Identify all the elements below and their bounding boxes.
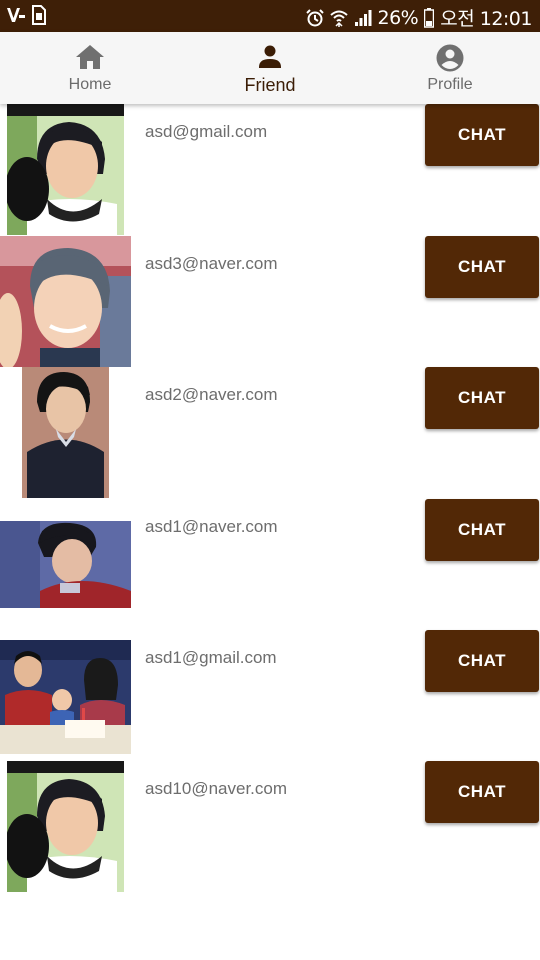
chat-button[interactable]: CHAT [425, 236, 539, 298]
friend-email: asd10@naver.com [145, 779, 288, 798]
nav-home-label: Home [68, 76, 112, 93]
friend-email: asd3@naver.com [145, 254, 278, 273]
friend-row: asd10@naver.com CHAT [0, 761, 540, 892]
avatar-image [0, 640, 131, 754]
signal-icon [354, 9, 371, 26]
friend-email: asd2@naver.com [145, 385, 278, 404]
friend-email: asd1@naver.com [145, 517, 278, 536]
avatar-image [7, 104, 124, 235]
friend-avatar[interactable] [0, 367, 131, 498]
alarm-icon [305, 8, 324, 26]
app-v-icon [7, 8, 25, 22]
friend-avatar[interactable] [0, 630, 131, 761]
friend-row: asd2@naver.com CHAT [0, 367, 540, 498]
friend-email: asd@gmail.com [145, 122, 268, 141]
account-circle-icon [436, 44, 464, 72]
wifi-icon [329, 10, 348, 27]
friend-row: asd1@naver.com CHAT [0, 499, 540, 630]
battery-icon [424, 7, 435, 28]
nav-friend-label: Friend [244, 75, 296, 95]
friend-avatar[interactable] [0, 761, 131, 892]
home-icon [76, 45, 104, 69]
clock: 오전 12:01 [440, 8, 532, 30]
chat-button[interactable]: CHAT [425, 104, 539, 166]
nav-home[interactable]: Home [0, 32, 180, 104]
avatar-image [0, 236, 131, 367]
chat-button[interactable]: CHAT [425, 499, 539, 561]
avatar-image [22, 367, 109, 498]
battery-percentage: 26% [377, 6, 419, 29]
friend-avatar[interactable] [0, 499, 131, 630]
sim-icon [32, 5, 46, 25]
nav-profile-label: Profile [427, 76, 473, 93]
friend-row: asd1@gmail.com CHAT [0, 630, 540, 761]
friend-email: asd1@gmail.com [145, 648, 277, 667]
chat-button[interactable]: CHAT [425, 630, 539, 692]
chat-button[interactable]: CHAT [425, 367, 539, 429]
nav-profile[interactable]: Profile [360, 32, 540, 104]
friend-row: asd@gmail.com CHAT [0, 104, 540, 235]
friend-row: asd3@naver.com CHAT [0, 236, 540, 367]
friend-avatar[interactable] [0, 104, 131, 235]
chat-button[interactable]: CHAT [425, 761, 539, 823]
person-icon [259, 45, 281, 68]
avatar-image [0, 521, 131, 608]
avatar-image [7, 761, 124, 892]
top-navigation: Home Friend Profile [0, 32, 540, 104]
nav-friend[interactable]: Friend [180, 32, 360, 104]
status-bar: 26% 오전 12:01 [0, 0, 540, 32]
friend-avatar[interactable] [0, 236, 131, 367]
